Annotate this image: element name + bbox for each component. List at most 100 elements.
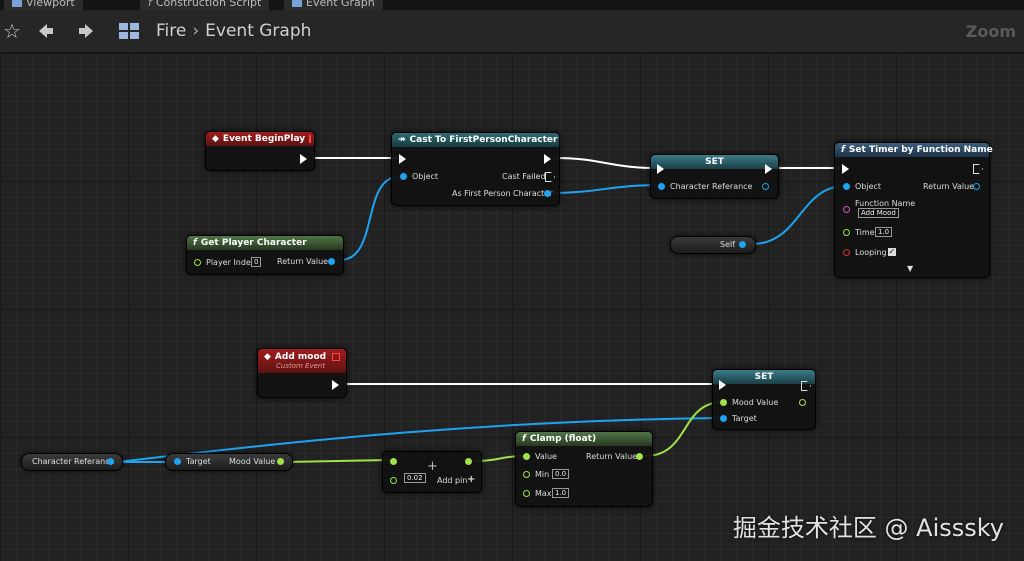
exec-in-pin[interactable]: [719, 380, 726, 390]
exec-out-pin[interactable]: [765, 164, 772, 174]
a-pin[interactable]: [390, 458, 397, 465]
exec-out-pin[interactable]: [973, 164, 983, 174]
node-custom-event-add-mood[interactable]: ◆ Add mood Custom Event: [257, 348, 347, 398]
result-pin[interactable]: [465, 458, 472, 465]
node-character-ref-variable[interactable]: Character Referance: [21, 453, 123, 471]
function-icon: f: [841, 145, 845, 155]
object-label: Object: [855, 182, 882, 191]
star-icon[interactable]: ☆: [0, 19, 24, 43]
cast-icon: ↠: [398, 135, 406, 145]
target-label: Target: [186, 457, 211, 466]
node-set-character-ref[interactable]: SET Character Referance: [650, 154, 779, 199]
exec-in-pin[interactable]: [657, 164, 664, 174]
watermark: 掘金技术社区 @ Aisssky: [732, 514, 1004, 542]
add-operator-icon: +: [427, 459, 438, 474]
node-set-mood-value[interactable]: SET Mood Value Target: [712, 369, 816, 430]
delegate-pin-icon[interactable]: [332, 353, 340, 361]
node-clamp-float[interactable]: f Clamp (float) Value Return Value Min 0.…: [515, 431, 653, 507]
node-set-timer[interactable]: f Set Timer by Function Name Object Retur…: [834, 142, 993, 278]
b-value[interactable]: 0.02: [404, 473, 426, 483]
event-graph-canvas[interactable]: [0, 53, 1024, 561]
function-name-label: Function Name: [855, 199, 916, 208]
target-pin[interactable]: [720, 415, 727, 422]
function-icon: f: [522, 434, 526, 444]
node-cast-to-fpc[interactable]: ↠ Cast To FirstPersonCharacter Object Cas…: [391, 132, 560, 206]
b-pin[interactable]: [390, 477, 397, 484]
node-event-beginplay[interactable]: ◆ Event BeginPlay: [205, 131, 315, 171]
node-add-float[interactable]: + 0.02 Add pin +: [382, 451, 482, 493]
exec-out-pin[interactable]: [544, 154, 551, 164]
return-value-label: Return Value: [586, 452, 638, 461]
character-ref-label: Character Referance: [670, 182, 753, 191]
as-fpc-pin[interactable]: [544, 190, 551, 197]
event-icon: ◆: [212, 134, 219, 144]
time-value[interactable]: 1.0: [875, 227, 893, 237]
node-header: ◆ Event BeginPlay: [206, 132, 314, 146]
plus-icon[interactable]: +: [467, 474, 475, 485]
max-pin[interactable]: [523, 490, 530, 497]
character-ref-var-label: Character Referance: [32, 457, 115, 466]
node-self[interactable]: Self: [670, 236, 756, 254]
self-pin[interactable]: [739, 241, 746, 248]
node-header: f Clamp (float): [516, 432, 652, 446]
looping-label: Looping: [855, 248, 887, 257]
time-pin[interactable]: [843, 229, 850, 236]
mood-value-label: Mood Value: [229, 457, 276, 466]
max-value[interactable]: 1.0: [552, 488, 570, 498]
exec-out-pin[interactable]: [332, 380, 339, 390]
cast-failed-pin[interactable]: [545, 172, 555, 182]
viewport-icon: [12, 0, 22, 7]
function-name-value[interactable]: Add Mood: [858, 208, 899, 218]
looping-checkbox[interactable]: ✓: [888, 248, 896, 256]
mood-value-pin[interactable]: [277, 458, 284, 465]
exec-out-pin[interactable]: [300, 154, 307, 164]
add-pin-button[interactable]: Add pin: [437, 476, 467, 485]
min-value[interactable]: 0.0: [552, 469, 570, 479]
graph-toolbar: ☆ Fire › Event Graph Zoom: [0, 10, 1024, 53]
min-pin[interactable]: [523, 471, 530, 478]
node-header: f Set Timer by Function Name: [835, 143, 993, 157]
return-value-label: Return Value: [277, 257, 329, 266]
target-pin[interactable]: [174, 458, 181, 465]
delegate-pin-icon[interactable]: [309, 135, 312, 143]
return-value-pin[interactable]: [636, 453, 643, 460]
tab-construction-script[interactable]: f Construction Script: [140, 0, 270, 10]
value-pin[interactable]: [523, 453, 530, 460]
object-pin[interactable]: [400, 173, 407, 180]
node-header: SET: [651, 155, 778, 169]
exec-in-pin[interactable]: [842, 164, 849, 174]
function-name-pin[interactable]: [843, 206, 850, 213]
character-ref-pin[interactable]: [658, 183, 665, 190]
mood-value-out-pin[interactable]: [799, 399, 806, 406]
object-pin[interactable]: [843, 183, 850, 190]
exec-in-pin[interactable]: [399, 154, 406, 164]
tab-viewport[interactable]: Viewport: [4, 0, 83, 10]
custom-event-subtitle: Custom Event: [276, 362, 326, 370]
max-label: Max: [535, 489, 552, 498]
expand-arrow-icon[interactable]: ▼: [907, 264, 913, 273]
breadcrumb-separator: ›: [192, 21, 200, 41]
mood-value-pin[interactable]: [720, 399, 727, 406]
tab-event-graph[interactable]: Event Graph: [284, 0, 383, 10]
breadcrumb-root[interactable]: Fire: [156, 21, 186, 41]
player-index-value[interactable]: 0: [251, 257, 262, 267]
player-index-label: Player Index: [206, 258, 256, 267]
object-label: Object: [412, 172, 439, 181]
forward-arrow-icon[interactable]: [74, 19, 98, 43]
node-get-player-character[interactable]: f Get Player Character Player Index 0 Ret…: [186, 235, 344, 275]
return-value-label: Return Value: [923, 182, 975, 191]
node-header: ◆ Add mood Custom Event: [258, 349, 346, 373]
event-icon: ◆: [264, 352, 271, 362]
breadcrumb-leaf: Event Graph: [205, 21, 312, 41]
self-label: Self: [720, 240, 736, 249]
looping-pin[interactable]: [843, 249, 850, 256]
node-header: ↠ Cast To FirstPersonCharacter: [392, 133, 559, 147]
back-arrow-icon[interactable]: [34, 19, 58, 43]
node-header: f Get Player Character: [187, 236, 343, 250]
return-value-pin[interactable]: [973, 183, 980, 190]
return-value-pin[interactable]: [328, 258, 335, 265]
node-get-mood-value[interactable]: Target Mood Value: [165, 453, 293, 471]
character-ref-out-pin[interactable]: [762, 183, 769, 190]
player-index-pin[interactable]: [194, 259, 201, 266]
character-ref-var-pin[interactable]: [107, 458, 114, 465]
